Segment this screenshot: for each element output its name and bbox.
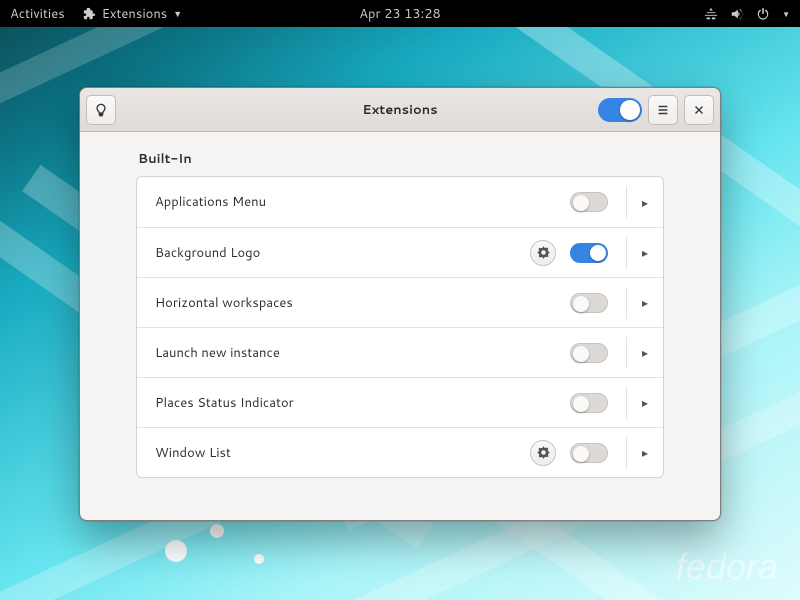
separator [626, 387, 627, 419]
extension-toggle[interactable] [570, 192, 608, 212]
extension-toggle[interactable] [570, 393, 608, 413]
close-icon [692, 103, 706, 117]
extensions-window: Extensions Built-In Applications Menu▸Ba… [79, 87, 721, 521]
hamburger-menu-button[interactable] [648, 95, 678, 125]
separator [626, 437, 627, 469]
extension-name: Horizontal workspaces [155, 294, 293, 312]
gear-icon [537, 446, 550, 459]
system-status-area[interactable]: ▼ [704, 7, 790, 21]
master-toggle[interactable] [598, 98, 642, 122]
separator [626, 287, 627, 319]
expand-button[interactable]: ▸ [641, 444, 649, 461]
chevron-down-icon: ▼ [782, 8, 790, 20]
fedora-wordmark: fedora [676, 546, 778, 588]
expand-button[interactable]: ▸ [641, 244, 649, 261]
section-label-builtin: Built-In [138, 150, 662, 168]
chevron-down-icon: ▼ [173, 7, 182, 20]
extension-list: Applications Menu▸Background Logo▸Horizo… [136, 176, 664, 478]
extension-name: Background Logo [155, 244, 260, 262]
expand-button[interactable]: ▸ [641, 194, 649, 211]
extension-toggle[interactable] [570, 343, 608, 363]
extension-row: Window List ▸ [137, 427, 663, 477]
gear-icon [537, 246, 550, 259]
volume-icon [730, 7, 744, 21]
window-header: Extensions [80, 88, 720, 132]
extension-settings-button[interactable] [530, 240, 556, 266]
extension-row: Horizontal workspaces ▸ [137, 277, 663, 327]
extension-row: Launch new instance ▸ [137, 327, 663, 377]
extension-row: Places Status Indicator ▸ [137, 377, 663, 427]
hamburger-icon [656, 103, 670, 117]
gnome-top-bar: Activities Extensions ▼ Apr 23 13:28 ▼ [0, 0, 800, 27]
app-menu-extensions[interactable]: Extensions ▼ [83, 5, 182, 23]
power-icon [756, 7, 770, 21]
expand-button[interactable]: ▸ [641, 294, 649, 311]
separator [626, 186, 627, 218]
separator [626, 337, 627, 369]
extension-name: Launch new instance [155, 344, 280, 362]
puzzle-icon [83, 7, 96, 20]
extension-toggle[interactable] [570, 443, 608, 463]
extension-row: Background Logo ▸ [137, 227, 663, 277]
extension-row: Applications Menu ▸ [137, 177, 663, 227]
app-menu-label: Extensions [102, 5, 168, 23]
network-icon [704, 7, 718, 21]
activities-button[interactable]: Activities [10, 5, 65, 23]
extension-toggle[interactable] [570, 243, 608, 263]
extension-name: Applications Menu [155, 193, 266, 211]
expand-button[interactable]: ▸ [641, 344, 649, 361]
close-button[interactable] [684, 95, 714, 125]
window-body: Built-In Applications Menu▸Background Lo… [80, 132, 720, 520]
top-bar-clock[interactable]: Apr 23 13:28 [359, 5, 441, 23]
extension-toggle[interactable] [570, 293, 608, 313]
about-button[interactable] [86, 95, 116, 125]
lightbulb-icon [94, 103, 108, 117]
window-title: Extensions [362, 101, 437, 119]
extension-name: Places Status Indicator [155, 394, 294, 412]
extension-name: Window List [155, 444, 231, 462]
expand-button[interactable]: ▸ [641, 394, 649, 411]
separator [626, 237, 627, 269]
extension-settings-button[interactable] [530, 440, 556, 466]
